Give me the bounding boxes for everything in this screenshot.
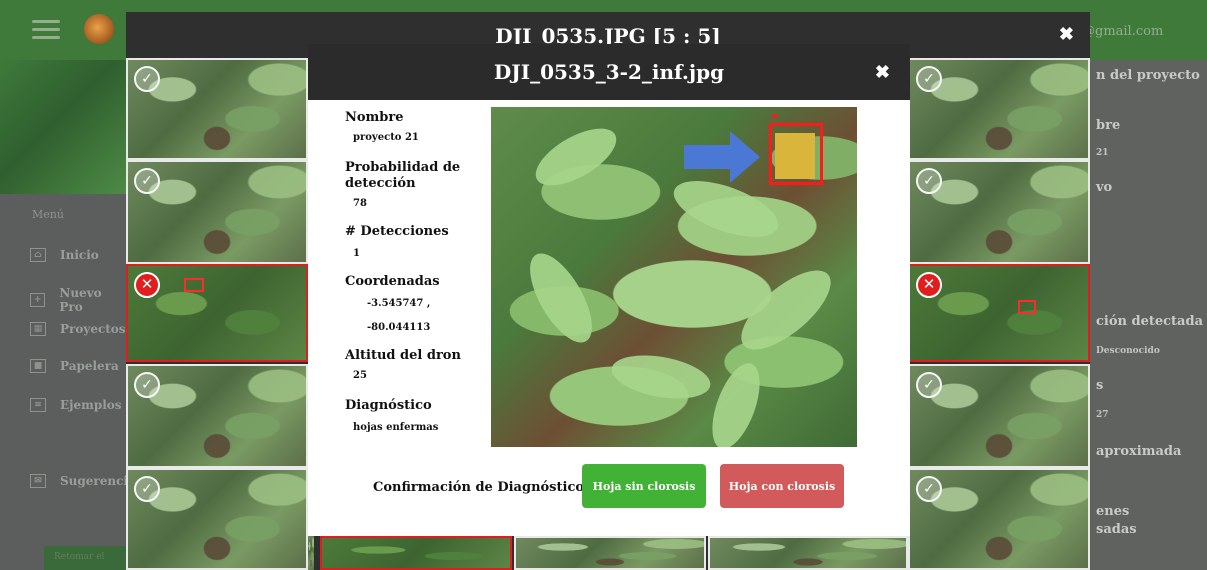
panel-aproximada: aproximada xyxy=(1096,444,1182,459)
detection-box-label: ▬ xyxy=(771,111,779,120)
sidebar-item-inicio[interactable]: ⌂ Inicio xyxy=(30,248,99,262)
check-circle-icon: ✓ xyxy=(134,372,160,398)
gallery-thumbnail[interactable]: ✓ xyxy=(126,468,308,570)
leaf-shape xyxy=(608,348,714,406)
user-email[interactable]: @gmail.com xyxy=(1082,24,1163,39)
probabilidad-label: Probabilidad de xyxy=(345,160,461,175)
probabilidad-label-2: detección xyxy=(345,176,416,191)
confirmacion-label: Confirmación de Diagnóstico: xyxy=(373,480,589,495)
detail-close-icon[interactable]: ✖ xyxy=(875,62,890,83)
panel-title: n del proyecto xyxy=(1096,68,1200,83)
diagnostico-value: hojas enfermas xyxy=(353,422,439,433)
gallery-thumbnail[interactable]: ✓ xyxy=(908,364,1090,468)
leaf-shape xyxy=(517,244,605,352)
leaf-shape xyxy=(527,117,625,197)
gallery-thumbnail[interactable] xyxy=(708,536,908,570)
panel-objetivo: vo xyxy=(1096,180,1113,195)
panel-imagenes: enes xyxy=(1096,504,1130,519)
menu-label: Menú xyxy=(32,208,64,221)
sidebar-item-sugerencias[interactable]: ✉ Sugerencia xyxy=(30,474,136,488)
sidebar-item-proyectos[interactable]: ▦ Proyectos xyxy=(30,322,126,336)
blue-arrow-icon xyxy=(684,131,760,183)
project-info-panel: n del proyecto bre 21 vo ción detectada … xyxy=(1090,60,1207,570)
sidebar-item-papelera[interactable]: ■ Papelera xyxy=(30,359,119,373)
detecciones-label: # Detecciones xyxy=(345,224,449,239)
detection-bounding-box xyxy=(769,123,823,185)
detection-box xyxy=(184,278,204,292)
sidebar-hero-image xyxy=(0,60,126,194)
check-circle-icon: ✓ xyxy=(916,66,942,92)
check-circle-icon: ✓ xyxy=(916,168,942,194)
panel-s: s xyxy=(1096,378,1104,393)
leaf-shape xyxy=(702,357,770,447)
panel-desconocido: Desconocido xyxy=(1096,346,1160,356)
gallery-thumbnail[interactable]: ✓ xyxy=(908,468,1090,570)
list-icon: ≡ xyxy=(30,398,46,412)
sidebar: Menú ⌂ Inicio + Nuevo Pro ▦ Proyectos ■ Pape… xyxy=(0,60,136,570)
probabilidad-value: 78 xyxy=(353,198,367,209)
altitud-label: Altitud del dron xyxy=(345,348,461,363)
leaf-shape xyxy=(729,257,843,363)
gallery-close-icon[interactable]: ✖ xyxy=(1059,24,1074,45)
panel-nombre-value: 21 xyxy=(1096,148,1109,158)
coordenadas-lon: -80.044113 xyxy=(367,322,431,333)
detection-detail-modal: DJI_0535_3-2_inf.jpg ✖ Nombre proyecto 2… xyxy=(308,44,910,536)
gallery-thumbnail[interactable]: ✓ xyxy=(126,364,308,468)
diagnostico-label: Diagnóstico xyxy=(345,398,432,413)
gallery-thumbnail-flagged[interactable]: ✕ xyxy=(908,264,1090,362)
coordenadas-label: Coordenadas xyxy=(345,274,440,289)
sidebar-item-ejemplos[interactable]: ≡ Ejemplos xyxy=(30,398,122,412)
mail-icon: ✉ xyxy=(30,474,46,488)
check-circle-icon: ✓ xyxy=(916,476,942,502)
altitud-value: 25 xyxy=(353,370,367,381)
coordenadas-lat: -3.545747 , xyxy=(367,298,431,309)
gallery-thumbnail-flagged[interactable] xyxy=(320,536,512,570)
detail-header: DJI_0535_3-2_inf.jpg ✖ xyxy=(308,44,910,100)
gallery-thumbnail[interactable]: ✓ xyxy=(126,58,308,160)
gallery-thumbnail[interactable]: ✓ xyxy=(908,58,1090,160)
gallery-thumbnail-flagged[interactable]: ✕ xyxy=(126,264,308,362)
detection-box xyxy=(1018,300,1036,314)
gallery-thumbnail-edge xyxy=(308,536,314,570)
nombre-value: proyecto 21 xyxy=(353,132,419,143)
grid-icon: ▦ xyxy=(30,322,46,336)
retomar-button[interactable]: Retomar el xyxy=(44,546,126,570)
app-logo xyxy=(84,14,114,44)
panel-afeccion: ción detectada xyxy=(1096,314,1203,329)
new-project-icon: + xyxy=(30,293,46,307)
panel-procesadas: sadas xyxy=(1096,522,1137,537)
x-circle-icon: ✕ xyxy=(916,272,942,298)
home-icon: ⌂ xyxy=(30,248,46,262)
check-circle-icon: ✓ xyxy=(134,66,160,92)
panel-nombre: bre xyxy=(1096,118,1121,133)
check-circle-icon: ✓ xyxy=(916,372,942,398)
trash-grid-icon: ■ xyxy=(30,359,46,373)
hoja-con-clorosis-button[interactable]: Hoja con clorosis xyxy=(720,464,844,508)
sidebar-item-nuevo-proyecto[interactable]: + Nuevo Pro xyxy=(30,286,126,314)
nombre-label: Nombre xyxy=(345,110,404,125)
gallery-thumbnail[interactable]: ✓ xyxy=(908,160,1090,264)
panel-number: 27 xyxy=(1096,410,1109,420)
hamburger-menu-icon[interactable] xyxy=(32,20,60,40)
check-circle-icon: ✓ xyxy=(134,476,160,502)
detail-title: DJI_0535_3-2_inf.jpg xyxy=(493,60,725,84)
gallery-thumbnail[interactable] xyxy=(514,536,706,570)
detecciones-value: 1 xyxy=(353,248,360,259)
hoja-sin-clorosis-button[interactable]: Hoja sin clorosis xyxy=(582,464,706,508)
gallery-thumbnail[interactable]: ✓ xyxy=(126,160,308,264)
x-circle-icon: ✕ xyxy=(134,272,160,298)
check-circle-icon: ✓ xyxy=(134,168,160,194)
detection-photo: ▬ xyxy=(491,107,857,447)
